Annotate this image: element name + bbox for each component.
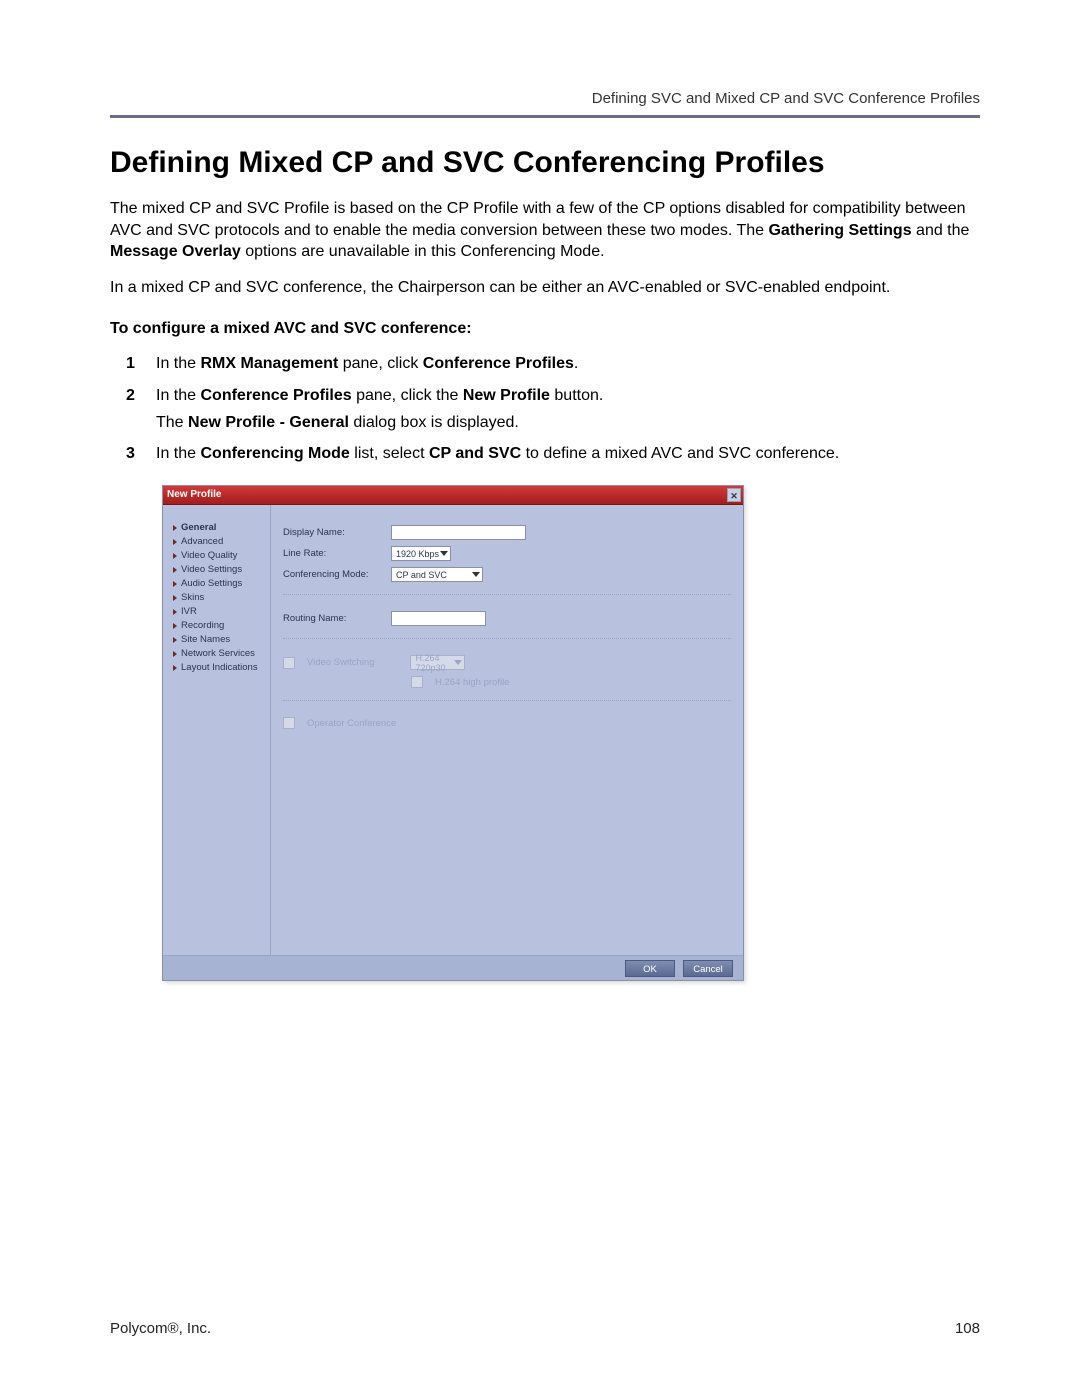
chevron-right-icon <box>173 651 177 657</box>
s2-end: button. <box>550 387 603 404</box>
h264-high-label: H.264 high profile <box>435 677 509 688</box>
chevron-right-icon <box>173 637 177 643</box>
operator-conference-checkbox <box>283 717 295 729</box>
s3-end: to define a mixed AVC and SVC conference… <box>521 445 839 462</box>
video-switching-checkbox <box>283 657 295 669</box>
s3-a: In the <box>156 445 200 462</box>
s1-end: . <box>574 355 578 372</box>
chevron-right-icon <box>173 623 177 629</box>
operator-conference-label: Operator Conference <box>307 718 396 729</box>
step-2-sub: The New Profile - General dialog box is … <box>156 411 980 434</box>
conferencing-mode-label: Conferencing Mode: <box>283 569 383 580</box>
video-switching-select: H.264 720p30 <box>410 655 465 670</box>
page-footer: Polycom®, Inc. 108 <box>110 1320 980 1337</box>
nav-general[interactable]: General <box>173 522 266 533</box>
p1-bold-2: Message Overlay <box>110 243 241 260</box>
step-3: In the Conferencing Mode list, select CP… <box>110 442 980 465</box>
running-head: Defining SVC and Mixed CP and SVC Confer… <box>110 90 980 107</box>
nav-audio-settings-label: Audio Settings <box>181 578 242 589</box>
conferencing-mode-select[interactable]: CP and SVC <box>391 567 483 582</box>
s3-b2: CP and SVC <box>429 445 521 462</box>
section-title: Defining Mixed CP and SVC Conferencing P… <box>110 146 980 180</box>
nav-advanced[interactable]: Advanced <box>173 536 266 547</box>
dialog-title: New Profile <box>167 489 221 500</box>
nav-layout-indications[interactable]: Layout Indications <box>173 662 266 673</box>
s2s-a: The <box>156 414 188 431</box>
ok-button[interactable]: OK <box>625 960 675 977</box>
nav-recording[interactable]: Recording <box>173 620 266 631</box>
p1-text-mid: and the <box>912 222 970 239</box>
s1-b2: Conference Profiles <box>423 355 574 372</box>
s2s-b: New Profile - General <box>188 414 349 431</box>
nav-ivr[interactable]: IVR <box>173 606 266 617</box>
chevron-right-icon <box>173 595 177 601</box>
footer-company: Polycom®, Inc. <box>110 1320 211 1337</box>
conferencing-mode-value: CP and SVC <box>396 570 447 580</box>
s2s-end: dialog box is displayed. <box>349 414 519 431</box>
s1-mid: pane, click <box>338 355 422 372</box>
nav-video-settings[interactable]: Video Settings <box>173 564 266 575</box>
s1-b1: RMX Management <box>200 355 338 372</box>
display-name-label: Display Name: <box>283 527 383 538</box>
dialog-main: Display Name: Line Rate: 1920 Kbps Confe… <box>271 505 743 955</box>
dialog-footer: OK Cancel <box>163 955 743 980</box>
video-switching-label: Video Switching <box>307 657 374 668</box>
s3-mid: list, select <box>350 445 429 462</box>
nav-video-quality[interactable]: Video Quality <box>173 550 266 561</box>
dialog-side-nav: General Advanced Video Quality Video Set… <box>163 505 271 955</box>
s2-a: In the <box>156 387 200 404</box>
chevron-right-icon <box>173 581 177 587</box>
video-switching-value: H.264 720p30 <box>415 653 454 673</box>
step-1: In the RMX Management pane, click Confer… <box>110 352 980 375</box>
chevron-right-icon <box>173 665 177 671</box>
s2-b2: New Profile <box>463 387 550 404</box>
nav-video-quality-label: Video Quality <box>181 550 237 561</box>
nav-skins-label: Skins <box>181 592 204 603</box>
nav-skins[interactable]: Skins <box>173 592 266 603</box>
line-rate-select[interactable]: 1920 Kbps <box>391 546 451 561</box>
nav-layout-indications-label: Layout Indications <box>181 662 258 673</box>
intro-paragraph-1: The mixed CP and SVC Profile is based on… <box>110 198 980 263</box>
dialog-titlebar: New Profile ✕ <box>163 486 743 505</box>
cancel-button[interactable]: Cancel <box>683 960 733 977</box>
footer-page-number: 108 <box>955 1320 980 1337</box>
p1-bold-1: Gathering Settings <box>768 222 911 239</box>
routing-name-label: Routing Name: <box>283 613 383 624</box>
line-rate-label: Line Rate: <box>283 548 383 559</box>
nav-recording-label: Recording <box>181 620 224 631</box>
chevron-right-icon <box>173 567 177 573</box>
procedure-subhead: To configure a mixed AVC and SVC confere… <box>110 320 980 338</box>
line-rate-value: 1920 Kbps <box>396 549 439 559</box>
nav-video-settings-label: Video Settings <box>181 564 242 575</box>
chevron-down-icon <box>472 572 480 577</box>
close-icon[interactable]: ✕ <box>727 488 741 502</box>
procedure-steps: In the RMX Management pane, click Confer… <box>110 352 980 465</box>
h264-high-checkbox <box>411 676 423 688</box>
chevron-down-icon <box>454 660 462 665</box>
nav-general-label: General <box>181 522 216 533</box>
routing-name-input[interactable] <box>391 611 486 626</box>
chevron-right-icon <box>173 525 177 531</box>
nav-site-names-label: Site Names <box>181 634 230 645</box>
s2-b1: Conference Profiles <box>200 387 351 404</box>
s2-mid: pane, click the <box>352 387 463 404</box>
chevron-right-icon <box>173 609 177 615</box>
intro-paragraph-2: In a mixed CP and SVC conference, the Ch… <box>110 277 980 299</box>
nav-network-services-label: Network Services <box>181 648 255 659</box>
nav-audio-settings[interactable]: Audio Settings <box>173 578 266 589</box>
nav-advanced-label: Advanced <box>181 536 223 547</box>
s1-a: In the <box>156 355 200 372</box>
step-2: In the Conference Profiles pane, click t… <box>110 384 980 434</box>
chevron-right-icon <box>173 553 177 559</box>
p1-text-c: options are unavailable in this Conferen… <box>241 243 605 260</box>
display-name-input[interactable] <box>391 525 526 540</box>
chevron-right-icon <box>173 539 177 545</box>
chevron-down-icon <box>440 551 448 556</box>
nav-site-names[interactable]: Site Names <box>173 634 266 645</box>
nav-network-services[interactable]: Network Services <box>173 648 266 659</box>
new-profile-dialog: New Profile ✕ General Advanced Video Qua… <box>162 485 744 981</box>
header-rule <box>110 115 980 118</box>
nav-ivr-label: IVR <box>181 606 197 617</box>
s3-b1: Conferencing Mode <box>200 445 349 462</box>
